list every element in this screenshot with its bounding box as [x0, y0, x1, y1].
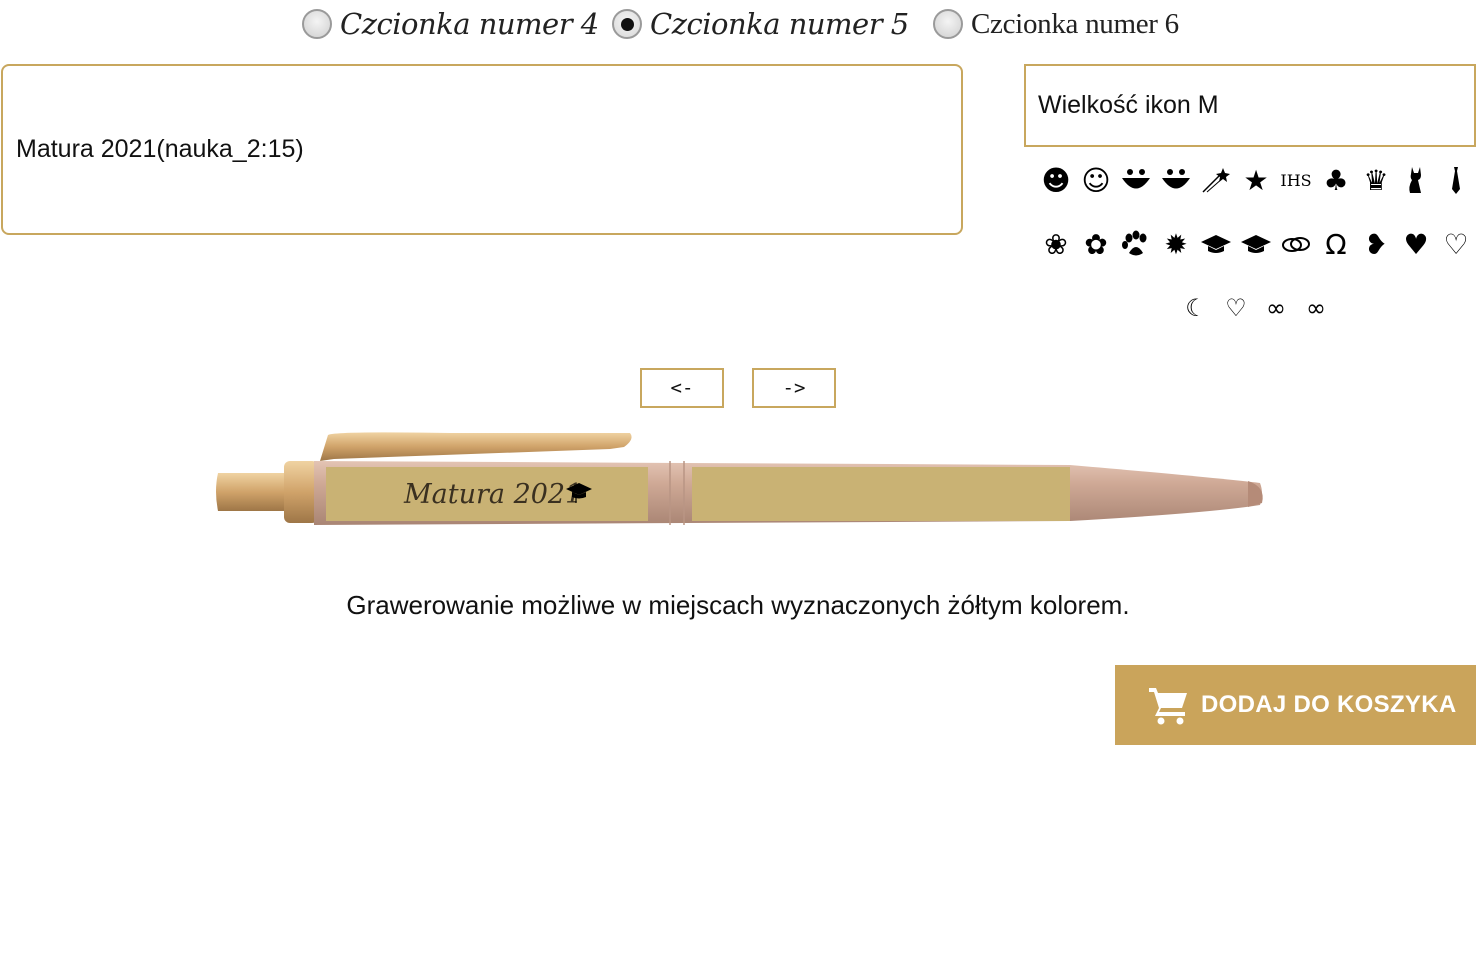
font-option-label: Czcionka numer 5 — [650, 7, 909, 41]
rosette-icon[interactable]: ✹ — [1156, 222, 1196, 266]
shooting-stars-icon[interactable] — [1196, 158, 1236, 202]
engraving-text-value: Matura 2021(nauka_2:15) — [16, 135, 304, 163]
star-icon[interactable]: ★ — [1236, 158, 1276, 202]
graduation-cap-icon[interactable] — [1196, 222, 1236, 266]
add-to-cart-button[interactable]: DODAJ DO KOSZYKA — [1115, 665, 1476, 745]
pen-cap-shape — [216, 473, 288, 511]
icon-size-label: Wielkość ikon M — [1038, 91, 1219, 119]
ihs-icon[interactable]: IHS — [1276, 158, 1316, 202]
clover-icon[interactable]: ♣ — [1316, 158, 1356, 202]
icon-size-select[interactable]: Wielkość ikon M — [1024, 64, 1476, 147]
font-option-6[interactable]: Czcionka numer 6 — [933, 4, 1179, 44]
grin-face-2-icon[interactable] — [1156, 158, 1196, 202]
graduation-cap-2-icon[interactable] — [1236, 222, 1276, 266]
infinity-icon[interactable]: ∞ — [1256, 286, 1296, 330]
font-5-radio[interactable] — [612, 9, 642, 39]
icon-row-3: ☾ ♡ ∞ ∞ — [1176, 286, 1346, 330]
rose-icon[interactable]: ❀ — [1036, 222, 1076, 266]
radio-selected-dot — [620, 17, 634, 31]
font-option-5[interactable]: Czcionka numer 5 — [612, 4, 909, 44]
icon-row-2: ❀ ✿ ✹ Ω ❥ ♥ ♡ — [1036, 222, 1476, 266]
smiley-outline-icon[interactable]: ☺ — [1076, 158, 1116, 202]
double-heart-icon[interactable]: ♡ — [1216, 286, 1256, 330]
infinity-2-icon[interactable]: ∞ — [1296, 286, 1336, 330]
engraving-hint-text: Grawerowanie możliwe w miejscach wyznacz… — [346, 590, 1130, 620]
shopping-cart-icon — [1149, 688, 1187, 725]
crown-icon[interactable]: ♛ — [1356, 158, 1396, 202]
pen-illustration: Matura 2021 — [216, 432, 1263, 525]
tie-icon[interactable] — [1436, 158, 1476, 202]
horseshoe-icon[interactable]: Ω — [1316, 222, 1356, 266]
pen-clip-shape — [320, 432, 632, 461]
paw-icon[interactable] — [1116, 222, 1156, 266]
rings-icon[interactable] — [1276, 222, 1316, 266]
engraved-text: Matura 2021 — [403, 479, 582, 510]
grin-face-icon[interactable] — [1116, 158, 1156, 202]
pen-ring-shape — [284, 461, 318, 523]
cat-icon[interactable] — [1396, 158, 1436, 202]
heart-solid-icon[interactable]: ♥ — [1396, 222, 1436, 266]
font-option-label: Czcionka numer 4 — [340, 7, 599, 41]
icon-row-1: ☻ ☺ ★ IHS ♣ ♛ — [1036, 158, 1476, 202]
add-to-cart-label: DODAJ DO KOSZYKA — [1201, 691, 1457, 718]
engrave-zone-2 — [692, 467, 1070, 521]
font-4-radio[interactable] — [302, 9, 332, 39]
rosebud-icon[interactable]: ✿ — [1076, 222, 1116, 266]
prev-view-button[interactable]: <- — [640, 368, 724, 408]
font-6-radio[interactable] — [933, 9, 963, 39]
font-option-4[interactable]: Czcionka numer 4 — [302, 4, 599, 44]
engraving-text-input[interactable]: Matura 2021(nauka_2:15) — [1, 64, 963, 235]
smiley-face-icon[interactable]: ☻ — [1036, 158, 1076, 202]
font-option-label: Czcionka numer 6 — [971, 7, 1179, 40]
next-view-button[interactable]: -> — [752, 368, 836, 408]
heart-outline-icon[interactable]: ♡ — [1436, 222, 1476, 266]
pen-preview: Matura 2021 — [210, 425, 1270, 555]
heart-half-icon[interactable]: ❥ — [1356, 222, 1396, 266]
heart-swirl-icon[interactable]: ☾ — [1176, 286, 1216, 330]
